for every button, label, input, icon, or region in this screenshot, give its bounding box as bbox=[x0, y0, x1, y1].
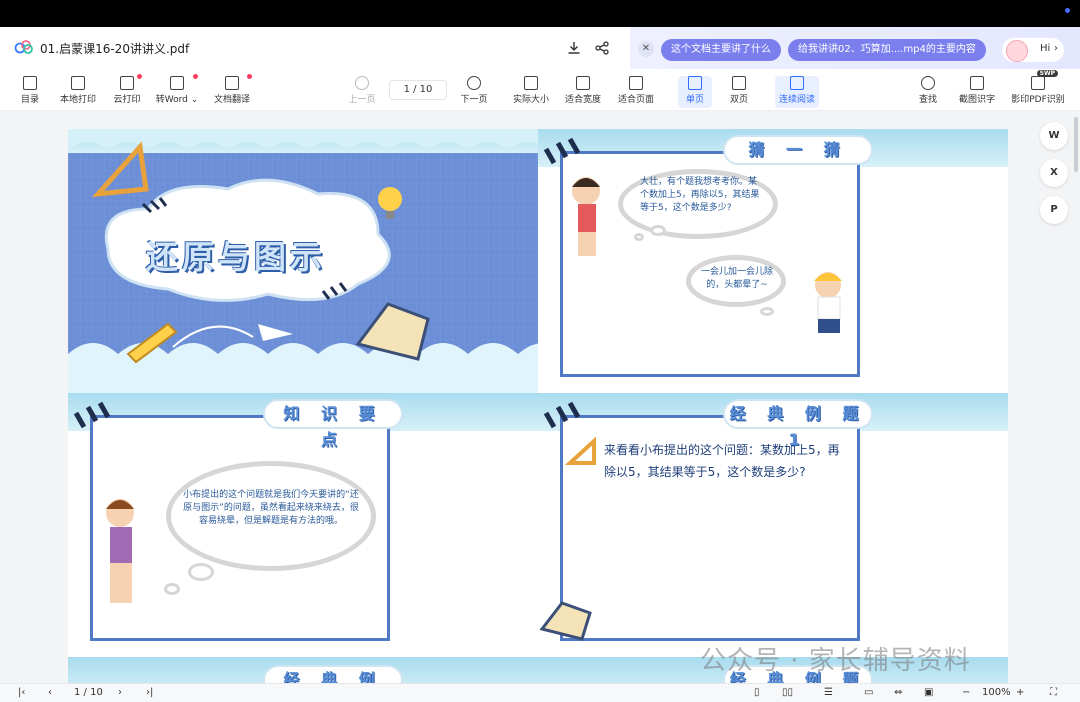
share-icon[interactable] bbox=[593, 39, 611, 57]
bubble-dot bbox=[650, 225, 666, 236]
double-page-button[interactable]: 双页 bbox=[724, 76, 754, 108]
page-input[interactable]: 1 / 10 bbox=[389, 80, 447, 100]
zoom-in-button[interactable]: + bbox=[1016, 687, 1024, 698]
banner-example-2: 经 典 例 题 2 bbox=[263, 665, 403, 683]
next-page-button[interactable]: 下一页 bbox=[455, 76, 493, 108]
ocr-screenshot-button[interactable]: 截图识字 bbox=[955, 76, 999, 108]
to-word-side-button[interactable]: W bbox=[1040, 122, 1068, 150]
find-button[interactable]: 查找 bbox=[914, 76, 942, 108]
ai-suggestion-chip-2[interactable]: 给我讲讲02、巧算加....mp4的主要内容 bbox=[788, 39, 986, 61]
single-page-icon bbox=[688, 76, 702, 90]
close-icon[interactable]: ✕ bbox=[638, 41, 654, 57]
next-page-icon[interactable]: › bbox=[118, 687, 122, 698]
cloud-print-button[interactable]: 云打印 bbox=[110, 74, 144, 108]
new-dot bbox=[247, 74, 252, 79]
screenshot-icon bbox=[970, 76, 984, 90]
zoom-out-button[interactable]: − bbox=[962, 687, 970, 698]
swp-badge: SWP bbox=[1036, 70, 1058, 77]
pdf-ocr-button[interactable]: 影印PDF识别 SWP bbox=[1010, 70, 1066, 108]
double-page-icon[interactable]: ▯▯ bbox=[782, 687, 793, 698]
slide-example-2-peek: 经 典 例 题 2 bbox=[68, 657, 538, 683]
toc-button[interactable]: 目录 bbox=[16, 76, 44, 108]
scan-pdf-icon bbox=[1031, 76, 1045, 90]
toc-icon bbox=[23, 76, 37, 90]
fit-page-icon bbox=[629, 76, 643, 90]
arrow-left-icon bbox=[355, 76, 369, 90]
search-icon bbox=[921, 76, 935, 90]
page-indicator[interactable]: 1 / 10 bbox=[74, 687, 103, 698]
new-dot bbox=[137, 74, 142, 79]
word-icon bbox=[170, 76, 184, 90]
continuous-icon bbox=[790, 76, 804, 90]
zoom-level[interactable]: 100% bbox=[982, 687, 1011, 698]
to-excel-side-button[interactable]: X bbox=[1040, 159, 1068, 187]
bubble-dot bbox=[164, 583, 180, 595]
bubble-dot bbox=[634, 233, 644, 241]
ai-suggestion-chip-1[interactable]: 这个文档主要讲了什么 bbox=[661, 39, 781, 61]
app-logo-icon bbox=[14, 40, 33, 54]
fit-page-icon[interactable]: ▣ bbox=[924, 687, 933, 698]
bubble-text-1: 大壮，有个题我想考考你。某个数加上5，再除以5，其结果等于5，这个数是多少? bbox=[640, 177, 760, 213]
example-artwork bbox=[539, 401, 596, 641]
bubble-dot bbox=[188, 563, 214, 581]
actual-size-icon[interactable]: ▭ bbox=[864, 687, 873, 698]
ai-assistant-button[interactable]: Hi › bbox=[1002, 38, 1064, 62]
camera-dot bbox=[1065, 8, 1070, 13]
bubble-text-2: 一会儿加一会儿除的，头都晕了~ bbox=[700, 267, 773, 290]
slide-guess: 猜 一 猜 大壮，有个题我想考考你。某个数加上5，再除以5，其结果等于5，这个数… bbox=[538, 129, 1008, 393]
slide-knowledge: 知 识 要 点 小布提出的这个问题就是我们今天要讲的“还原与图示”的问题，虽然看… bbox=[68, 393, 538, 657]
translate-button[interactable]: 文档翻译 bbox=[210, 74, 254, 108]
chevron-right-icon: › bbox=[1054, 43, 1058, 54]
kids-illustration bbox=[543, 137, 842, 333]
scrollbar[interactable] bbox=[1074, 117, 1078, 172]
prev-page-icon[interactable]: ‹ bbox=[48, 687, 52, 698]
printer-icon bbox=[71, 76, 85, 90]
actual-size-icon bbox=[524, 76, 538, 90]
single-page-icon[interactable]: ▯ bbox=[754, 687, 760, 698]
download-icon[interactable] bbox=[565, 39, 583, 57]
local-print-button[interactable]: 本地打印 bbox=[56, 76, 100, 108]
slide-example-1: 经 典 例 题 1 来看看小布提出的这个问题：某数加上5，再除以5，其结果等于5… bbox=[538, 393, 1008, 657]
fit-width-icon[interactable]: ⇔ bbox=[894, 687, 902, 698]
assistant-avatar bbox=[1006, 40, 1028, 62]
document-viewer: 还原与图示 猜 一 猜 大壮，有个题我想考考你。某个数加上5，再除以5，其结果等… bbox=[0, 111, 1080, 683]
continuous-icon[interactable]: ☰ bbox=[824, 687, 833, 698]
single-page-button[interactable]: 单页 bbox=[678, 76, 712, 108]
toolbar: 目录 本地打印 云打印 转Word ⌄ 文档翻译 上一页 下一页 实际大小 适合… bbox=[0, 69, 1080, 111]
example-text: 来看看小布提出的这个问题：某数加上5，再除以5，其结果等于5，这个数是多少? bbox=[604, 443, 840, 479]
to-ppt-side-button[interactable]: P bbox=[1040, 196, 1068, 224]
knowledge-text: 小布提出的这个问题就是我们今天要讲的“还原与图示”的问题，虽然看起来绕来绕去，很… bbox=[183, 490, 359, 526]
first-page-icon[interactable]: |‹ bbox=[18, 687, 25, 698]
double-page-icon bbox=[732, 76, 746, 90]
system-top-bar bbox=[0, 0, 1080, 27]
prev-page-button[interactable]: 上一页 bbox=[343, 76, 381, 108]
fit-page-button[interactable]: 适合页面 bbox=[615, 76, 657, 108]
to-word-button[interactable]: 转Word ⌄ bbox=[154, 74, 200, 108]
watermark: 公众号 · 家长辅导资料 bbox=[700, 646, 971, 676]
slide-cover: 还原与图示 bbox=[68, 129, 538, 393]
last-page-icon[interactable]: ›| bbox=[146, 687, 153, 698]
status-bar: |‹ ‹ 1 / 10 › ›| ▯ ▯▯ ☰ ▭ ⇔ ▣ − 100% + ⛶ bbox=[0, 683, 1080, 702]
cover-title: 还原与图示 bbox=[146, 238, 327, 276]
new-dot bbox=[193, 74, 198, 79]
translate-icon bbox=[225, 76, 239, 90]
actual-size-button[interactable]: 实际大小 bbox=[510, 76, 552, 108]
continuous-read-button[interactable]: 连续阅读 bbox=[775, 76, 819, 108]
cloud-printer-icon bbox=[120, 76, 134, 90]
fit-width-icon bbox=[576, 76, 590, 90]
arrow-right-icon bbox=[467, 76, 481, 90]
hi-label: Hi bbox=[1040, 43, 1051, 54]
fullscreen-icon[interactable]: ⛶ bbox=[1050, 687, 1057, 698]
fit-width-button[interactable]: 适合宽度 bbox=[562, 76, 604, 108]
bubble-dot bbox=[760, 307, 774, 316]
file-name: 01.启蒙课16-20讲讲义.pdf bbox=[40, 42, 190, 56]
